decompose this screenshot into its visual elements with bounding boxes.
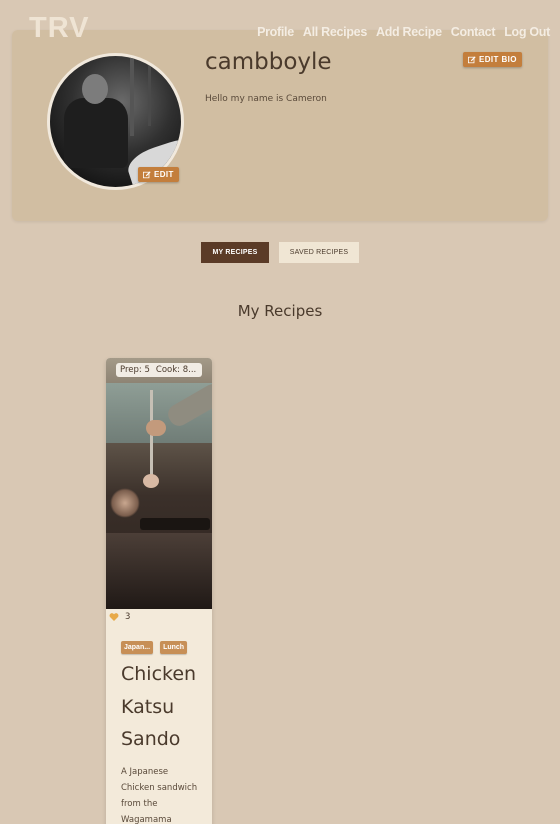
recipe-likes: 3 [109,612,130,622]
profile-card: EDIT cambboyle Hello my name is Cameron … [12,30,548,221]
edit-icon [468,55,476,63]
recipe-tags: Japan... Lunch [121,641,188,654]
recipe-cook-time: Cook: 8... [155,365,197,375]
nav-add-recipe[interactable]: Add Recipe [376,25,442,39]
edit-bio-label: EDIT BIO [479,55,517,64]
site-logo[interactable]: TRV [29,12,89,45]
recipe-like-count: 3 [125,612,131,622]
main-nav: Profile All Recipes Add Recipe Contact L… [257,25,550,39]
nav-log-out[interactable]: Log Out [504,25,550,39]
heart-icon[interactable] [109,612,119,622]
nav-profile[interactable]: Profile [257,25,294,39]
recipe-time-pill: Prep: 5 Cook: 8... [116,363,202,377]
nav-contact[interactable]: Contact [451,25,496,39]
recipe-title[interactable]: Chicken Katsu Sando [121,658,207,756]
recipe-description: A Japanese Chicken sandwich from the Wag… [121,767,198,824]
recipe-image: Prep: 5 Cook: 8... [106,358,212,609]
nav-all-recipes[interactable]: All Recipes [303,25,367,39]
recipe-tag[interactable]: Lunch [160,641,188,654]
recipe-tabs: MY RECIPES SAVED RECIPES [201,242,359,263]
profile-username: cambboyle [205,49,332,75]
edit-avatar-label: EDIT [154,170,174,179]
tab-my-recipes[interactable]: MY RECIPES [201,242,269,263]
recipe-card[interactable]: Prep: 5 Cook: 8... 3 Japan... Lunch Chic… [106,358,212,824]
edit-icon [143,170,151,178]
edit-avatar-button[interactable]: EDIT [138,167,179,182]
edit-bio-button[interactable]: EDIT BIO [463,52,522,67]
profile-bio: Hello my name is Cameron [205,94,327,104]
tab-saved-recipes[interactable]: SAVED RECIPES [279,242,359,263]
recipe-prep-time: Prep: 5 [120,365,150,375]
recipe-tag[interactable]: Japan... [121,641,154,654]
section-title: My Recipes [237,302,323,320]
